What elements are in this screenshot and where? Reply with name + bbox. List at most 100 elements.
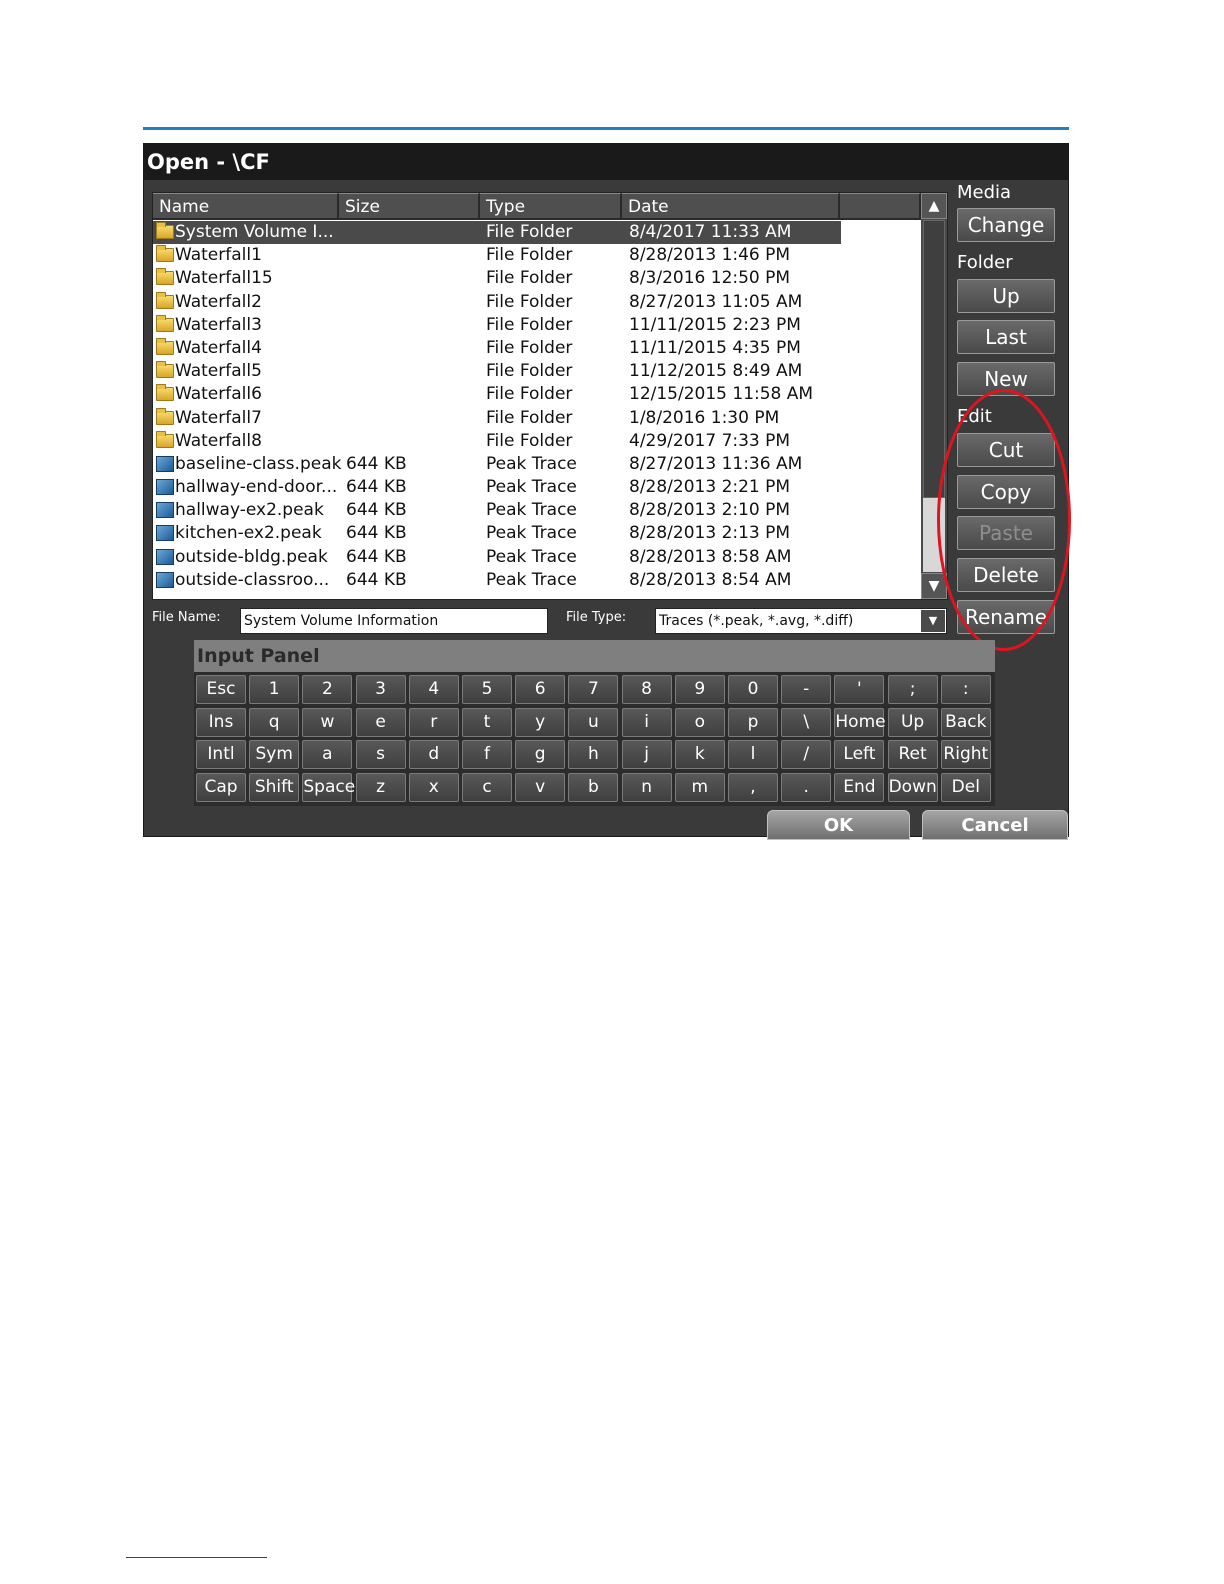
vertical-scrollbar[interactable]: ▲ ▼ <box>921 193 947 599</box>
chevron-down-icon[interactable]: ▼ <box>921 610 945 632</box>
file-row[interactable]: System Volume I... File Folder 8/4/2017 11… <box>153 221 841 245</box>
key-button[interactable]: b <box>568 772 619 802</box>
key-button[interactable]: \ <box>781 707 832 737</box>
key-button[interactable]: n <box>621 772 672 802</box>
key-button[interactable]: Ret <box>887 740 938 769</box>
key-button[interactable]: 1 <box>249 675 300 704</box>
cancel-button[interactable]: Cancel <box>922 810 1068 840</box>
scroll-track[interactable] <box>923 220 945 572</box>
file-row[interactable]: Waterfall5 File Folder 11/12/2015 8:49 AM <box>153 360 921 383</box>
key-button[interactable]: / <box>781 740 832 769</box>
key-button[interactable]: Sym <box>249 740 300 769</box>
key-button[interactable]: 5 <box>462 675 512 704</box>
ok-button[interactable]: OK <box>767 810 910 840</box>
file-row[interactable]: Waterfall4 File Folder 11/11/2015 4:35 PM <box>153 337 921 360</box>
key-button[interactable]: p <box>728 707 778 737</box>
column-header-size[interactable]: Size <box>339 193 480 220</box>
key-button[interactable]: ' <box>834 675 885 704</box>
key-button[interactable]: f <box>462 740 512 769</box>
file-row[interactable]: outside-bldg.peak 644 KB Peak Trace 8/28/20… <box>153 546 921 569</box>
key-button[interactable]: ; <box>887 675 938 704</box>
scroll-up-icon[interactable]: ▲ <box>921 193 947 219</box>
scroll-down-icon[interactable]: ▼ <box>921 573 947 599</box>
key-button[interactable]: , <box>728 772 778 802</box>
key-button[interactable]: z <box>355 772 406 802</box>
key-button[interactable]: End <box>834 772 885 802</box>
change-button[interactable]: Change <box>957 208 1055 242</box>
file-row[interactable]: Waterfall2 File Folder 8/27/2013 11:05 AM <box>153 291 921 314</box>
column-header-type[interactable]: Type <box>480 193 622 220</box>
key-button[interactable]: r <box>408 707 459 737</box>
paste-button[interactable]: Paste <box>957 516 1055 550</box>
key-button[interactable]: u <box>568 707 619 737</box>
key-button[interactable]: q <box>249 707 300 737</box>
key-button[interactable]: Shift <box>249 772 300 802</box>
rename-button[interactable]: Rename <box>957 600 1055 634</box>
file-row[interactable]: baseline-class.peak 644 KB Peak Trace 8/27/… <box>153 453 921 476</box>
key-button[interactable]: y <box>515 707 566 737</box>
last-button[interactable]: Last <box>957 320 1055 354</box>
file-row[interactable]: hallway-end-door... 644 KB Peak Trace 8/28/… <box>153 476 921 499</box>
delete-button[interactable]: Delete <box>957 558 1055 592</box>
key-button[interactable]: - <box>781 675 832 704</box>
file-row[interactable]: outside-classroo... 644 KB Peak Trace 8/28/… <box>153 569 921 592</box>
file-row[interactable]: Waterfall7 File Folder 1/8/2016 1:30 PM <box>153 407 921 430</box>
file-list[interactable]: Name Size Type Date System Volume I... Fi… <box>152 192 948 600</box>
key-button[interactable]: o <box>674 707 725 737</box>
column-header-date[interactable]: Date <box>622 193 840 220</box>
key-button[interactable]: i <box>621 707 672 737</box>
key-button[interactable]: w <box>302 707 353 737</box>
key-button[interactable]: Right <box>940 740 991 769</box>
file-row[interactable]: Waterfall8 File Folder 4/29/2017 7:33 PM <box>153 430 921 453</box>
file-row[interactable]: Waterfall3 File Folder 11/11/2015 2:23 PM <box>153 314 921 337</box>
key-button[interactable]: d <box>408 740 459 769</box>
key-button[interactable]: x <box>408 772 459 802</box>
key-button[interactable]: h <box>568 740 619 769</box>
key-button[interactable]: l <box>728 740 778 769</box>
key-button[interactable]: m <box>674 772 725 802</box>
key-button[interactable]: : <box>940 675 991 704</box>
column-header-name[interactable]: Name <box>153 193 339 220</box>
key-button[interactable]: Ins <box>196 707 246 737</box>
key-button[interactable]: v <box>515 772 566 802</box>
key-button[interactable]: g <box>515 740 566 769</box>
file-row[interactable]: Waterfall6 File Folder 12/15/2015 11:58 AM <box>153 383 921 406</box>
key-button[interactable]: j <box>621 740 672 769</box>
key-button[interactable]: Esc <box>196 675 246 704</box>
copy-button[interactable]: Copy <box>957 475 1055 509</box>
key-button[interactable]: 4 <box>408 675 459 704</box>
key-button[interactable]: a <box>302 740 353 769</box>
key-button[interactable]: 7 <box>568 675 619 704</box>
key-button[interactable]: c <box>462 772 512 802</box>
new-folder-button[interactable]: New <box>957 362 1055 396</box>
file-row[interactable]: Waterfall15 File Folder 8/3/2016 12:50 PM <box>153 267 921 290</box>
key-button[interactable]: t <box>462 707 512 737</box>
key-button[interactable]: k <box>674 740 725 769</box>
key-button[interactable]: Home <box>834 707 886 737</box>
key-button[interactable]: 0 <box>728 675 778 704</box>
key-button[interactable]: Back <box>940 707 991 737</box>
key-button[interactable]: . <box>781 772 832 802</box>
key-button[interactable]: 8 <box>621 675 672 704</box>
file-name-input[interactable]: System Volume Information <box>240 608 548 634</box>
key-button[interactable]: Cap <box>196 772 246 802</box>
key-button[interactable]: Up <box>887 707 938 737</box>
key-button[interactable]: s <box>355 740 406 769</box>
file-type-select[interactable]: Traces (*.peak, *.avg, *.diff) ▼ <box>655 608 947 634</box>
file-row[interactable]: hallway-ex2.peak 644 KB Peak Trace 8/28/201… <box>153 499 921 522</box>
key-button[interactable]: Space <box>302 772 355 802</box>
file-row[interactable]: kitchen-ex2.peak 644 KB Peak Trace 8/28/201… <box>153 522 921 545</box>
up-button[interactable]: Up <box>957 279 1055 313</box>
key-button[interactable]: e <box>355 707 406 737</box>
scroll-thumb[interactable] <box>923 220 945 498</box>
key-button[interactable]: Left <box>834 740 885 769</box>
key-button[interactable]: Intl <box>196 740 246 769</box>
cut-button[interactable]: Cut <box>957 433 1055 467</box>
column-header-extra[interactable] <box>840 193 921 220</box>
file-row[interactable]: Waterfall1 File Folder 8/28/2013 1:46 PM <box>153 244 921 267</box>
key-button[interactable]: 6 <box>515 675 566 704</box>
key-button[interactable]: Down <box>887 772 938 802</box>
key-button[interactable]: 2 <box>302 675 353 704</box>
key-button[interactable]: Del <box>940 772 991 802</box>
key-button[interactable]: 9 <box>674 675 725 704</box>
